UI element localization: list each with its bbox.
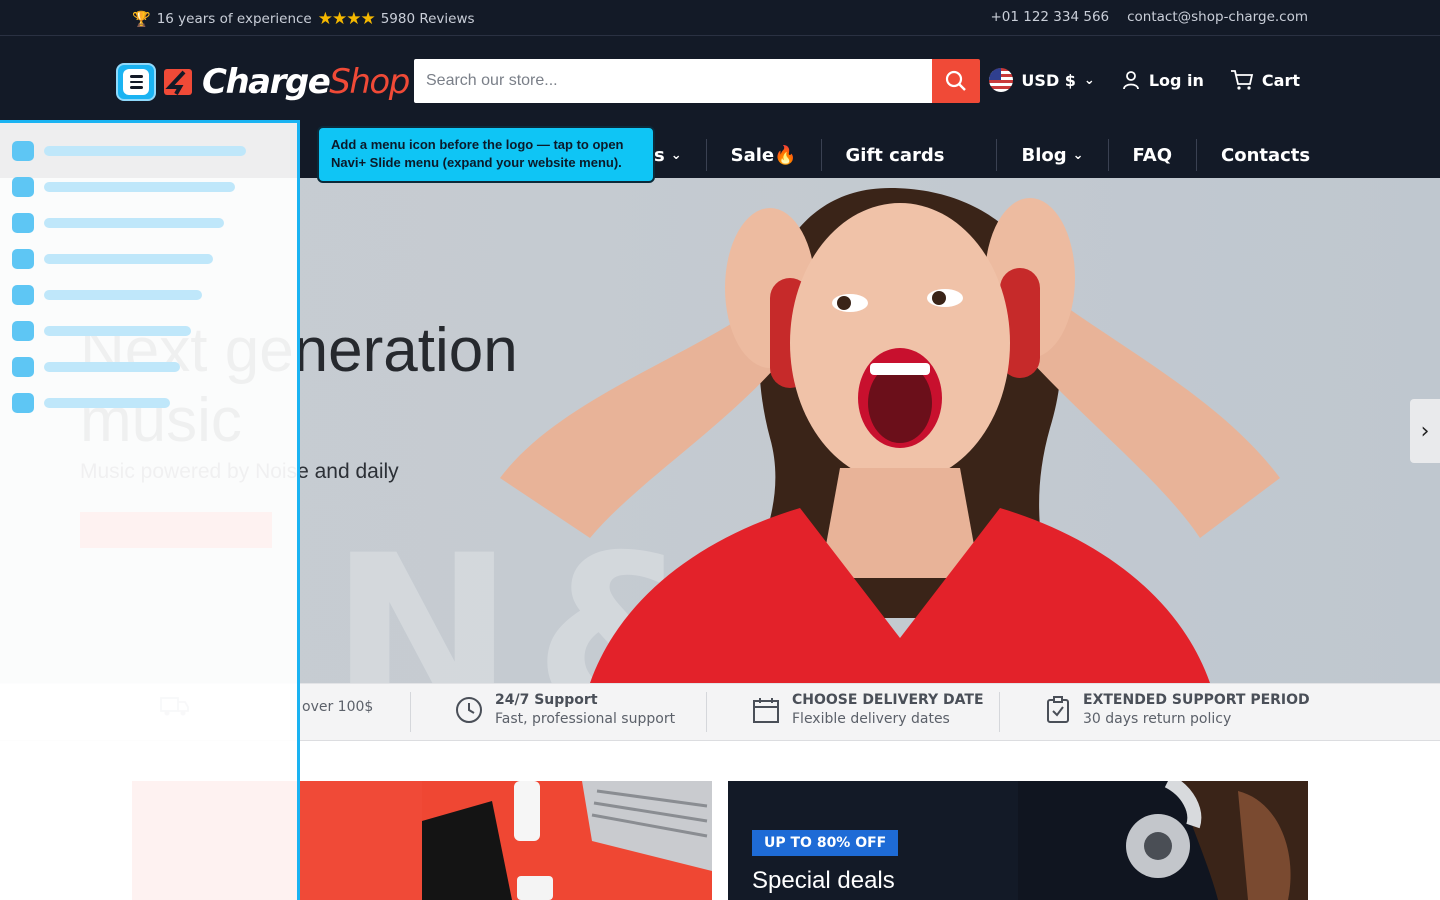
slide-menu-item[interactable] bbox=[12, 285, 202, 305]
menu-item-placeholder bbox=[44, 362, 180, 372]
logo-mark-icon bbox=[164, 69, 192, 95]
logo-charge: Charge bbox=[202, 62, 331, 102]
nav-item-gift-cards[interactable]: Gift cards bbox=[820, 139, 997, 171]
feature-text: 24/7 Support Fast, professional support bbox=[495, 692, 675, 727]
feature-divider bbox=[999, 692, 1000, 732]
nav-label: s bbox=[654, 144, 665, 166]
search-icon bbox=[945, 70, 966, 91]
hamburger-icon bbox=[123, 69, 149, 95]
feature-subtitle: Flexible delivery dates bbox=[792, 711, 950, 727]
chevron-right-icon: › bbox=[1420, 418, 1430, 444]
slide-menu-item[interactable] bbox=[12, 141, 246, 161]
feature-subtitle: Fast, professional support bbox=[495, 711, 676, 727]
email-link[interactable]: contact@shop-charge.com bbox=[1127, 9, 1308, 25]
nav-item-contacts[interactable]: Contacts bbox=[1196, 139, 1334, 171]
menu-item-icon bbox=[12, 177, 34, 197]
slide-menu-preview bbox=[0, 120, 300, 900]
menu-item-placeholder bbox=[44, 398, 170, 408]
slide-menu-item[interactable] bbox=[12, 357, 180, 377]
menu-item-icon bbox=[12, 213, 34, 233]
login-link[interactable]: Log in bbox=[1121, 70, 1204, 90]
logo[interactable]: ChargeShop bbox=[116, 62, 410, 102]
us-flag-icon bbox=[989, 68, 1014, 92]
menu-item-icon bbox=[12, 249, 34, 269]
login-label: Log in bbox=[1148, 70, 1204, 90]
slide-menu-item[interactable] bbox=[12, 213, 224, 233]
top-bar: 🏆 16 years of experience ★★★★ 5980 Revie… bbox=[0, 0, 1440, 36]
feature-divider bbox=[706, 692, 707, 732]
chevron-down-icon: ⌄ bbox=[670, 147, 682, 163]
nav-label: Blog bbox=[1021, 144, 1067, 166]
calendar-icon bbox=[753, 697, 779, 723]
feature-delivery-date: CHOOSE DELIVERY DATE Flexible delivery d… bbox=[752, 692, 984, 727]
search-input[interactable] bbox=[414, 59, 932, 103]
onboarding-tooltip: Add a menu icon before the logo — tap to… bbox=[317, 126, 655, 183]
phone-link[interactable]: +01 122 334 566 bbox=[990, 9, 1109, 25]
slider-next-button[interactable]: › bbox=[1410, 399, 1440, 463]
search-button[interactable] bbox=[932, 59, 980, 103]
menu-item-placeholder bbox=[44, 254, 213, 264]
nav-label: FAQ bbox=[1132, 144, 1172, 166]
experience-text: 16 years of experience bbox=[156, 11, 312, 27]
feature-subtitle: 30 days return policy bbox=[1083, 711, 1232, 727]
reviews-count[interactable]: 5980 Reviews bbox=[381, 11, 475, 27]
menu-item-icon bbox=[12, 285, 34, 305]
rating-stars: ★★★★ bbox=[317, 9, 376, 29]
cart-link[interactable]: Cart bbox=[1230, 69, 1300, 91]
logo-shop: Shop bbox=[329, 62, 410, 102]
nav-item-sale[interactable]: Sale🔥 bbox=[705, 139, 821, 171]
feature-title: 24/7 Support bbox=[495, 692, 598, 708]
feature-text: EXTENDED SUPPORT PERIOD 30 days return p… bbox=[1083, 692, 1310, 727]
menu-item-placeholder bbox=[44, 182, 235, 192]
header-actions: USD $ ⌄ Log in Cart bbox=[989, 68, 1300, 92]
menu-button[interactable] bbox=[116, 63, 156, 101]
clock-icon bbox=[456, 696, 482, 723]
topbar-contacts: +01 122 334 566 contact@shop-charge.com bbox=[990, 9, 1308, 25]
currency-selector[interactable]: USD $ ⌄ bbox=[989, 68, 1095, 92]
hero-image bbox=[500, 188, 1280, 683]
menu-item-icon bbox=[12, 141, 34, 161]
nav-item-blog[interactable]: Blog ⌄ bbox=[996, 139, 1107, 171]
chevron-down-icon: ⌄ bbox=[1072, 147, 1084, 163]
user-icon bbox=[1122, 71, 1139, 90]
menu-item-placeholder bbox=[44, 146, 246, 156]
nav-label: Contacts bbox=[1221, 144, 1311, 166]
promo-badge: UP TO 80% OFF bbox=[752, 830, 899, 856]
clipboard-check-icon bbox=[1047, 695, 1069, 723]
promo-banner-right[interactable]: UP TO 80% OFF Special deals bbox=[728, 781, 1308, 900]
slide-menu-item[interactable] bbox=[12, 249, 213, 269]
slide-menu-item[interactable] bbox=[12, 321, 191, 341]
slide-menu-item[interactable] bbox=[12, 177, 235, 197]
menu-item-placeholder bbox=[44, 326, 191, 336]
feature-title: CHOOSE DELIVERY DATE bbox=[792, 692, 984, 708]
feature-text: CHOOSE DELIVERY DATE Flexible delivery d… bbox=[792, 692, 984, 727]
main-nav: s ⌄ Sale🔥 Gift cards Blog ⌄ FAQ Contacts bbox=[640, 138, 1334, 172]
slide-menu-item[interactable] bbox=[12, 393, 170, 413]
nav-item-faq[interactable]: FAQ bbox=[1107, 139, 1196, 171]
promo-right-image bbox=[1018, 781, 1308, 900]
cart-icon bbox=[1230, 70, 1254, 90]
menu-item-icon bbox=[12, 393, 34, 413]
feature-title: EXTENDED SUPPORT PERIOD bbox=[1083, 692, 1310, 708]
promo-left-image bbox=[422, 781, 712, 900]
chevron-down-icon: ⌄ bbox=[1083, 72, 1095, 88]
feature-extended-support: EXTENDED SUPPORT PERIOD 30 days return p… bbox=[1045, 692, 1310, 727]
nav-label: Sale🔥 bbox=[730, 144, 797, 166]
trophy-icon: 🏆 bbox=[132, 10, 151, 28]
promo-title: Special deals bbox=[752, 867, 895, 894]
feature-divider bbox=[410, 692, 411, 732]
feature-support: 24/7 Support Fast, professional support bbox=[455, 692, 675, 727]
currency-label: USD $ bbox=[1021, 70, 1076, 90]
menu-item-icon bbox=[12, 321, 34, 341]
nav-label: Gift cards bbox=[845, 144, 945, 166]
topbar-left: 🏆 16 years of experience ★★★★ 5980 Revie… bbox=[132, 9, 475, 29]
menu-item-icon bbox=[12, 357, 34, 377]
logo-text: ChargeShop bbox=[202, 62, 410, 102]
menu-item-placeholder bbox=[44, 218, 224, 228]
cart-label: Cart bbox=[1261, 70, 1300, 90]
search-bar bbox=[414, 59, 980, 103]
menu-item-placeholder bbox=[44, 290, 202, 300]
